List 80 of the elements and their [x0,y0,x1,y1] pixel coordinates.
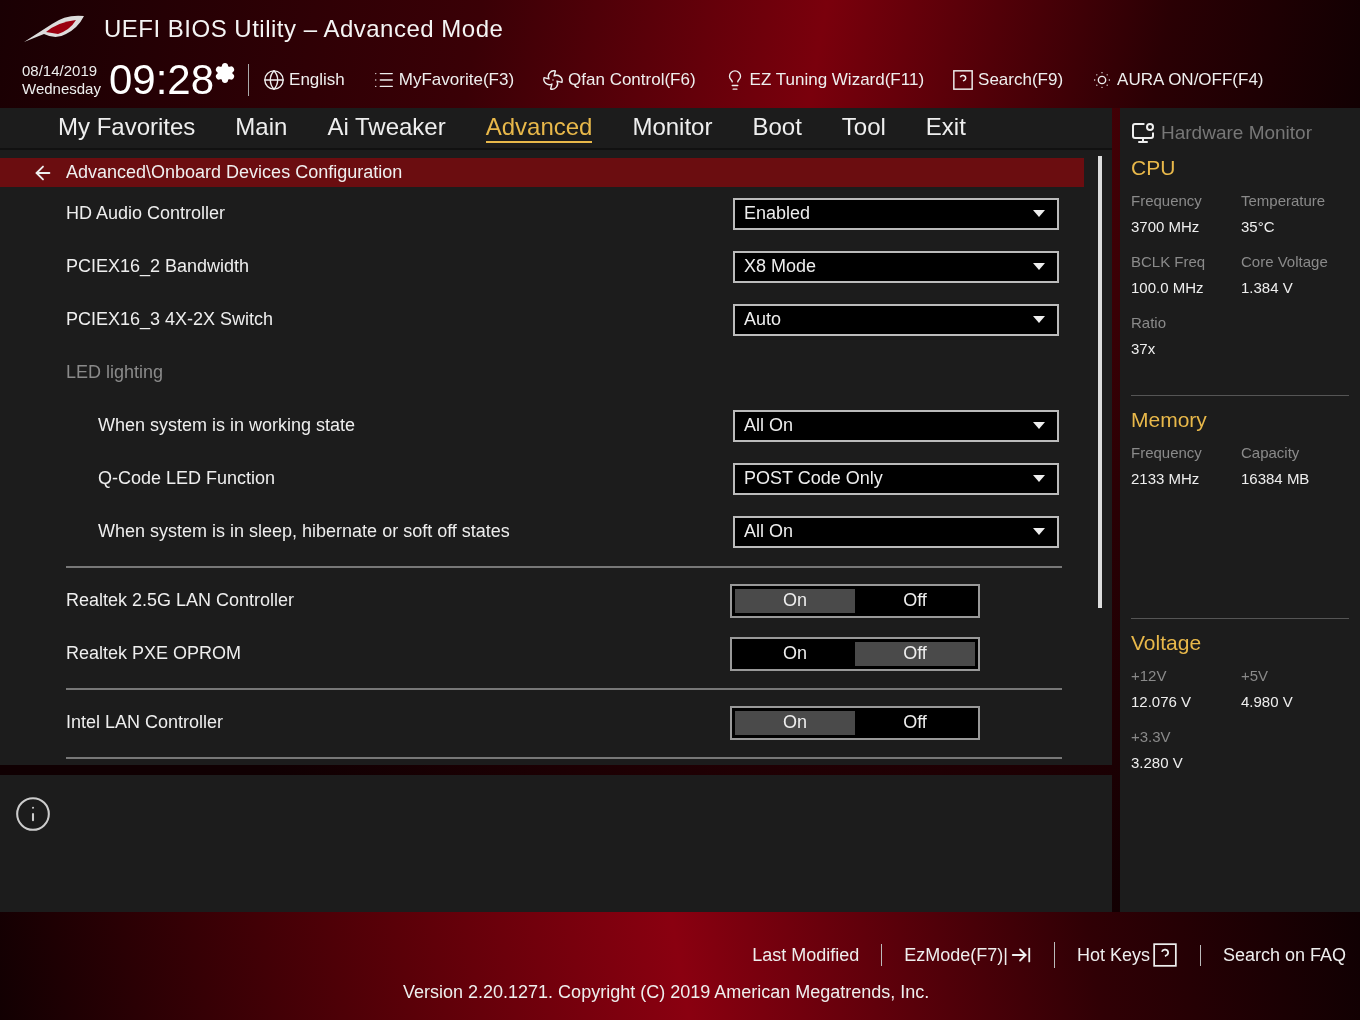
caret-icon [1033,475,1045,482]
footer-link[interactable]: EzMode(F7)| [881,944,1054,966]
toolbar-button[interactable]: MyFavorite(F3) [372,69,515,91]
clock: 09:28 [108,56,215,104]
caret-icon [1033,422,1045,429]
toolbar-button[interactable]: AURA ON/OFF(F4) [1091,69,1264,91]
menu-tab[interactable]: My Favorites [58,113,196,143]
reading-label: Frequency [1131,192,1203,209]
panel-title: Hardware Monitor [1161,122,1312,144]
reading-value: 3700 MHz [1131,218,1201,235]
setting-label: Realtek PXE OPROM [66,643,242,664]
setting-label: PCIEX16_2 Bandwidth [66,256,250,277]
menu-tab[interactable]: Main [235,113,288,143]
menu-tab[interactable]: Advanced [485,113,593,143]
reading-label: Frequency [1131,444,1203,461]
toolbar-button[interactable]: English [263,69,345,91]
reading-label: Core Voltage [1241,253,1329,270]
footer-link[interactable]: Hot Keys [1053,942,1200,968]
menu-tab[interactable]: Ai Tweaker [327,113,446,143]
caret-icon [1033,528,1045,535]
off-option[interactable]: Off [855,641,975,666]
reading-value: 4.980 V [1241,693,1294,710]
help-icon [952,69,975,91]
caret-icon [1033,316,1045,323]
menu-tab[interactable]: Tool [841,113,886,143]
info-icon [14,795,52,833]
footer-link[interactable]: Search on FAQ [1199,944,1346,966]
dropdown[interactable]: All On [733,515,1059,548]
setting-label: Intel LAN Controller [66,712,224,733]
reading-value: 16384 MB [1241,470,1311,487]
setting-label: PCIEX16_3 4X-2X Switch [66,309,274,330]
menu-tab[interactable]: Exit [925,113,966,143]
monitor-icon [1131,121,1155,145]
menu-tab[interactable]: Boot [752,113,802,143]
section-label: LED lighting [66,362,164,383]
caret-icon [1033,263,1045,270]
toolbar-button[interactable]: Qfan Control(F6) [542,69,696,91]
reading-label: +12V [1131,667,1168,684]
version-text: Version 2.20.1271. Copyright (C) 2019 American Megatrends, Inc. [403,982,930,1003]
dropdown[interactable]: Enabled [733,197,1059,230]
section-title: Voltage [1131,631,1203,655]
toolbar-button[interactable]: Search(F9) [952,69,1064,91]
globe-icon [263,69,286,91]
dropdown[interactable]: POST Code Only [733,462,1059,495]
help-icon [1151,942,1178,968]
section-title: CPU [1131,156,1177,180]
fan-icon [542,69,565,91]
setting-label: HD Audio Controller [66,203,226,224]
dropdown[interactable]: Auto [733,303,1059,336]
reading-label: Capacity [1241,444,1301,461]
section-title: Memory [1131,408,1208,432]
reading-value: 3.280 V [1131,754,1184,771]
dropdown[interactable]: All On [733,409,1059,442]
date: 08/14/2019 [22,62,99,80]
setting-label: When system is in working state [98,415,356,436]
reading-value: 37x [1131,340,1157,357]
reading-value: 2133 MHz [1131,470,1201,487]
reading-label: BCLK Freq [1131,253,1207,270]
setting-label: Realtek 2.5G LAN Controller [66,590,295,611]
reading-label: +3.3V [1131,728,1172,745]
reading-value: 35°C [1241,218,1276,235]
setting-label: When system is in sleep, hibernate or soft off states [98,521,510,542]
caret-icon [1033,210,1045,217]
dropdown[interactable]: X8 Mode [733,250,1059,283]
on-option[interactable]: On [735,588,855,613]
reading-label: Ratio [1131,314,1168,331]
reading-label: Temperature [1241,192,1327,209]
reading-value: 1.384 V [1241,279,1294,296]
reading-label: +5V [1241,667,1270,684]
settings-icon[interactable] [214,62,237,84]
weekday: Wednesday [22,80,101,98]
footer-link[interactable]: Last Modified [730,944,882,966]
reading-value: 12.076 V [1131,693,1193,710]
reading-value: 100.0 MHz [1131,279,1205,296]
on-option[interactable]: On [735,710,855,735]
breadcrumb-bar[interactable]: Advanced\Onboard Devices Configuration [0,158,1084,187]
menu-tab[interactable]: Monitor [632,113,713,143]
window-title: UEFI BIOS Utility – Advanced Mode [104,15,504,43]
setting-label: Q-Code LED Function [98,468,276,489]
toolbar-button[interactable]: EZ Tuning Wizard(F11) [723,69,925,91]
